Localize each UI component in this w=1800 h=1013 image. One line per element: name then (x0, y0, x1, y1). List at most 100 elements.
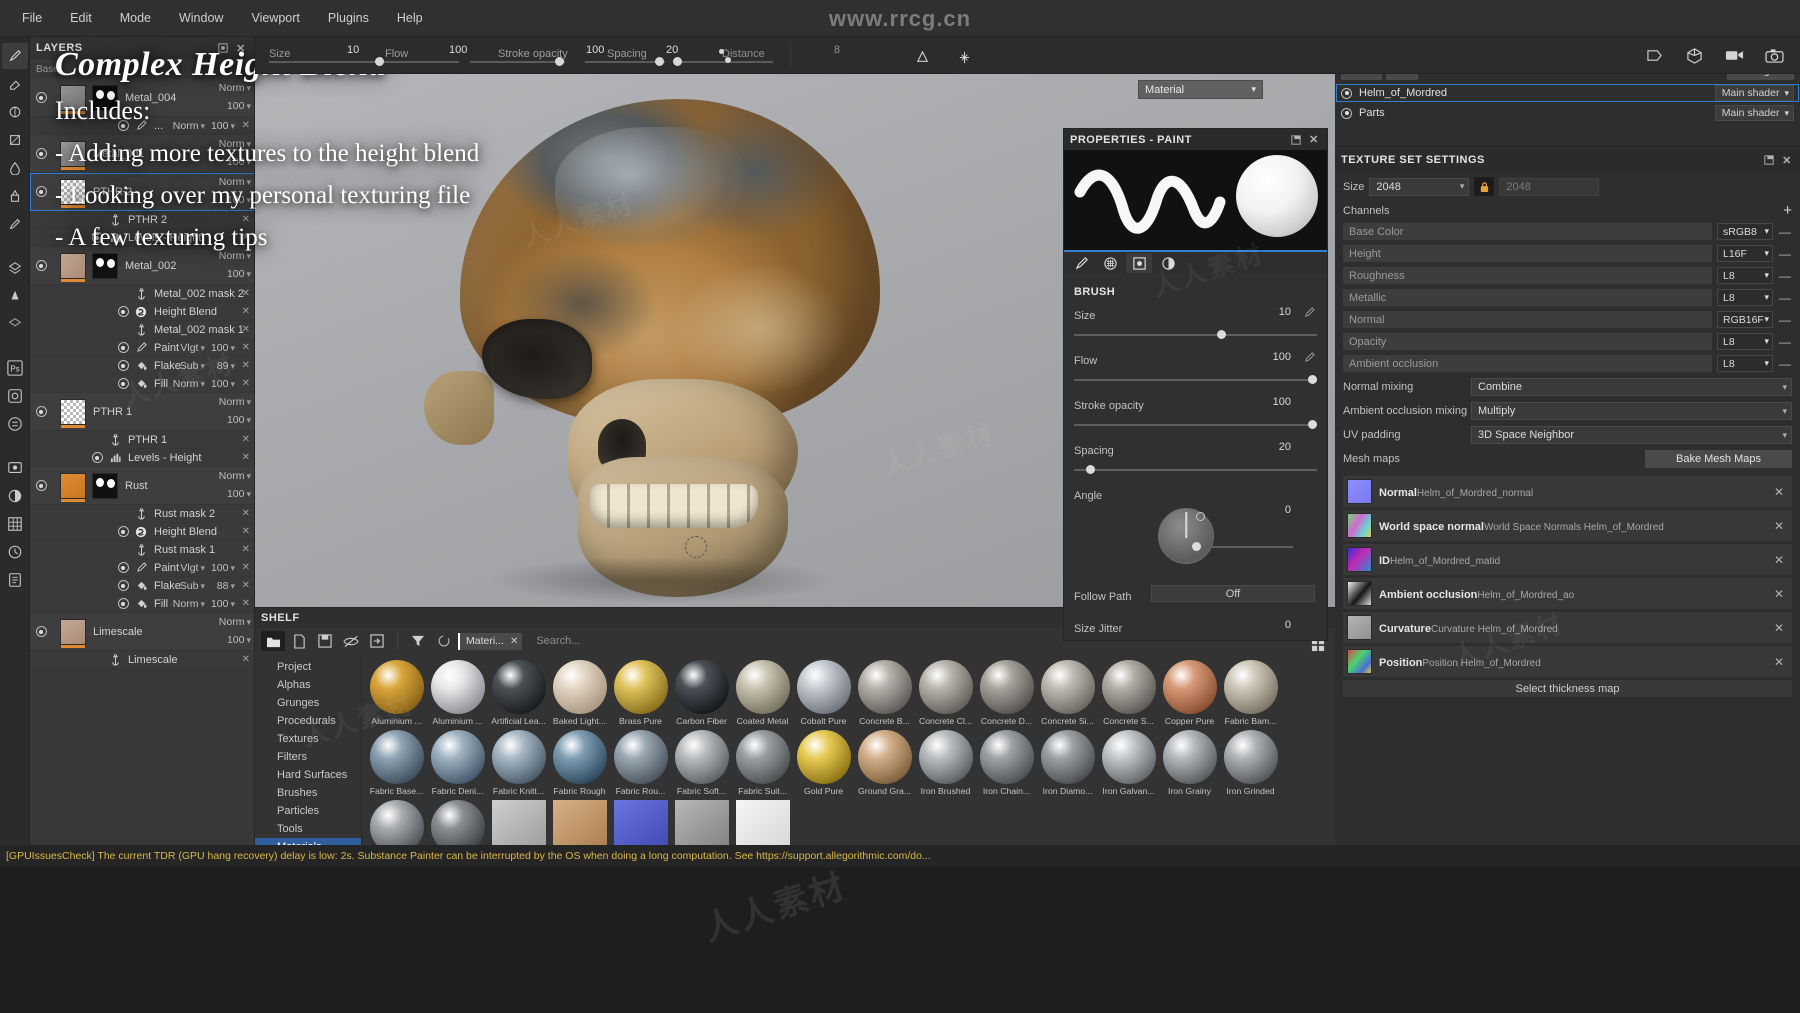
menu-item-mode[interactable]: Mode (106, 6, 165, 30)
channel-format-select[interactable]: L8 ▾ (1717, 333, 1773, 350)
layer-effect-row[interactable]: Fill Norm ▾ 100 ▾ ✕ (30, 595, 254, 613)
shelf-material-item[interactable]: Iron Galvan... (1100, 730, 1157, 796)
prop-spacing-slider[interactable] (1074, 465, 1317, 475)
mesh-map-row[interactable]: Ambient occlusionHelm_of_Mordred_ao ✕ (1343, 578, 1792, 609)
material-layer-icon[interactable] (2, 255, 28, 281)
mesh-map-row[interactable]: CurvatureCurvature Helm_of_Mordred ✕ (1343, 612, 1792, 643)
uv-padding-select[interactable]: 3D Space Neighbor ▾ (1471, 426, 1792, 444)
layers-close-icon[interactable]: ✕ (234, 41, 248, 55)
channel-row[interactable]: Height L16F ▾ — (1343, 245, 1792, 262)
remove-effect-icon[interactable]: ✕ (242, 232, 250, 243)
layer-visibility-toggle[interactable] (30, 186, 52, 197)
channel-row[interactable]: Metallic L8 ▾ — (1343, 289, 1792, 306)
filter-icon[interactable] (406, 631, 430, 651)
ao-mixing-select[interactable]: Multiply ▾ (1471, 402, 1792, 420)
flow-pen-icon[interactable] (1304, 352, 1315, 366)
shelf-filter-chip[interactable]: Materi... ✕ (458, 632, 523, 650)
layer-effect-row[interactable]: Flake Sub ▾ 88 ▾ ✕ (30, 577, 254, 595)
shelf-material-item[interactable]: Fabric Rou... (612, 730, 669, 796)
toolbar-spacing-knob[interactable] (673, 57, 682, 66)
texture-set-row[interactable]: Parts Main shader ▾ (1335, 103, 1800, 123)
viewport-material-select[interactable]: Material ▾ (1138, 80, 1263, 99)
menu-item-edit[interactable]: Edit (56, 6, 106, 30)
layer-effect-row[interactable]: Paint Vlgt ▾ 100 ▾ ✕ (30, 339, 254, 357)
layer-visibility-toggle[interactable] (112, 120, 134, 131)
shader-select[interactable]: Main shader ▾ (1714, 85, 1794, 101)
shelf-material-item[interactable]: Baked Light... (551, 660, 608, 726)
effect-blend-mode[interactable]: Norm ▾ (173, 378, 205, 390)
shelf-material-item[interactable]: Brass Pure (612, 660, 669, 726)
effect-blend-mode[interactable]: Norm ▾ (173, 598, 205, 610)
layer-visibility-toggle[interactable] (112, 306, 134, 317)
shelf-material-item[interactable]: Iron Grainy (1161, 730, 1218, 796)
effect-opacity[interactable]: 89 ▾ (217, 360, 235, 372)
remove-effect-icon[interactable]: ✕ (242, 544, 250, 555)
properties-undock-icon[interactable] (1289, 133, 1303, 147)
layer-visibility-toggle[interactable] (30, 626, 52, 637)
mesh-maps-list[interactable]: NormalHelm_of_Mordred_normal ✕ World space… (1343, 476, 1792, 677)
mesh-map-row[interactable]: IDHelm_of_Mordred_matid ✕ (1343, 544, 1792, 575)
shelf-material-item[interactable]: Fabric Deni... (429, 730, 486, 796)
angle-track[interactable] (1192, 546, 1293, 548)
shelf-category-particles[interactable]: Particles (255, 802, 361, 820)
toolbar-distance-field[interactable]: Distance 8 (722, 44, 922, 62)
shelf-material-item[interactable]: Concrete B... (856, 660, 913, 726)
shelf-material-grid[interactable]: Aluminium ... Aluminium ... Artificial Lea… (362, 654, 1335, 845)
cube-icon[interactable] (1682, 43, 1706, 67)
prop-stroke-opacity-slider[interactable] (1074, 420, 1317, 430)
remove-channel-icon[interactable]: — (1778, 313, 1792, 327)
layer-thumbnail[interactable] (60, 618, 86, 648)
remove-effect-icon[interactable]: ✕ (242, 562, 250, 573)
remove-effect-icon[interactable]: ✕ (242, 508, 250, 519)
layer-effect-row[interactable]: Height Blend ✕ (30, 303, 254, 321)
layer-blend-opacity[interactable]: Norm ▾ 100 ▾ (219, 82, 251, 112)
menu-item-help[interactable]: Help (383, 6, 437, 30)
layers-list[interactable]: Metal_004 Norm ▾ 100 ▾... Norm ▾ 100 ▾ ✕ Metal_001… (30, 79, 254, 845)
shelf-material-item[interactable]: Concrete S... (1100, 660, 1157, 726)
layer-thumbnail[interactable] (60, 178, 86, 208)
channel-row[interactable]: Normal RGB16F ▾ — (1343, 311, 1792, 328)
iray-render-icon[interactable] (2, 383, 28, 409)
brush-tab-icon[interactable] (1068, 253, 1094, 273)
texture-set-row[interactable]: Helm_of_Mordred Main shader ▾ (1335, 83, 1800, 103)
layer-effect-row[interactable]: Limescale ✕ (30, 651, 254, 669)
remove-channel-icon[interactable]: — (1778, 225, 1792, 239)
layer-mask-thumbnail[interactable] (92, 84, 118, 111)
layer-visibility-toggle[interactable] (30, 480, 52, 491)
remove-channel-icon[interactable]: — (1778, 269, 1792, 283)
layer-row[interactable]: Metal_002 Norm ▾ 100 ▾ (30, 247, 254, 285)
remove-mesh-map-icon[interactable]: ✕ (1770, 553, 1788, 567)
effect-blend-mode[interactable]: Sub ▾ (180, 580, 205, 592)
add-channel-icon[interactable]: + (1783, 203, 1792, 218)
shelf-category-tools[interactable]: Tools (255, 820, 361, 838)
effect-blend-mode[interactable]: Sub ▾ (180, 360, 205, 372)
remove-mesh-map-icon[interactable]: ✕ (1770, 485, 1788, 499)
camera-icon[interactable] (1762, 43, 1786, 67)
layer-visibility-toggle[interactable] (112, 580, 134, 591)
layer-visibility-toggle[interactable] (112, 526, 134, 537)
material-tab-icon[interactable] (1155, 253, 1181, 273)
shelf-categories[interactable]: Project Alphas Grunges Procedurals Textures F… (255, 654, 362, 845)
normal-mixing-select[interactable]: Combine ▾ (1471, 378, 1792, 396)
stencil-tab-icon[interactable] (1126, 253, 1152, 273)
channel-format-select[interactable]: L8 ▾ (1717, 355, 1773, 372)
tag-icon[interactable] (1642, 43, 1666, 67)
channel-row[interactable]: Roughness L8 ▾ — (1343, 267, 1792, 284)
shader-settings-icon[interactable] (2, 483, 28, 509)
layer-row[interactable]: PTHR 1 Norm ▾ 100 ▾ (30, 393, 254, 431)
layer-visibility-toggle[interactable] (30, 406, 52, 417)
layer-visibility-toggle[interactable] (112, 360, 134, 371)
symmetry-icon[interactable] (952, 45, 976, 69)
close-icon[interactable]: ✕ (510, 636, 518, 647)
prop-flow-slider[interactable] (1074, 375, 1317, 385)
layer-effect-row[interactable]: Flake Sub ▾ 89 ▾ ✕ (30, 357, 254, 375)
layer-effect-row[interactable]: Fill Norm ▾ 100 ▾ ✕ (30, 375, 254, 393)
layer-thumbnail[interactable] (60, 398, 86, 428)
layer-visibility-toggle[interactable] (86, 452, 108, 463)
shelf-category-brushes[interactable]: Brushes (255, 784, 361, 802)
effect-opacity[interactable]: 100 ▾ (211, 120, 235, 132)
remove-effect-icon[interactable]: ✕ (242, 324, 250, 335)
layer-visibility-toggle[interactable] (112, 562, 134, 573)
remove-channel-icon[interactable]: — (1778, 357, 1792, 371)
size-pen-icon[interactable] (1304, 307, 1315, 321)
